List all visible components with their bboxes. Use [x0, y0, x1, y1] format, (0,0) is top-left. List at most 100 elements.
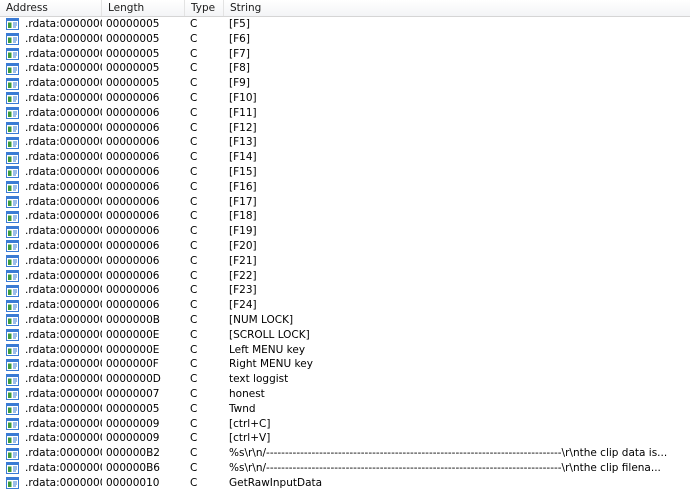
- address-cell: .rdata:0000000...: [0, 224, 102, 239]
- table-row[interactable]: .rdata:0000000... 00000006 C [F17]: [0, 195, 690, 210]
- address-text: .rdata:0000000...: [25, 32, 102, 45]
- table-row[interactable]: .rdata:0000000... 0000000D Ctext loggist: [0, 372, 690, 387]
- table-row[interactable]: .rdata:0000000... 00000005 C Twnd: [0, 402, 690, 417]
- table-row[interactable]: .rdata:0000000... 00000006 C [F16]: [0, 180, 690, 195]
- type-cell: C: [190, 239, 198, 252]
- table-row[interactable]: .rdata:0000000... 00000006 C [F20]: [0, 239, 690, 254]
- table-row[interactable]: .rdata:0000000... 000000B6 C %s\r\n/-------…: [0, 461, 690, 476]
- column-header-type[interactable]: Type: [185, 0, 224, 16]
- type-cell: C: [190, 299, 198, 312]
- address-text: .rdata:0000000...: [25, 313, 102, 326]
- string-cell: [F13]: [229, 136, 257, 149]
- type-cell: C: [190, 136, 198, 149]
- table-row[interactable]: .rdata:0000000... 00000006 C [F10]: [0, 91, 690, 106]
- column-header-length[interactable]: Length: [102, 0, 185, 16]
- address-cell: .rdata:0000000...: [0, 402, 102, 417]
- table-row[interactable]: .rdata:0000000... 0000000E C [SCROLL LOCK]: [0, 328, 690, 343]
- table-row[interactable]: .rdata:0000000... 0000000B C [NUM LOCK]: [0, 313, 690, 328]
- string-cell: Right MENU key: [229, 358, 313, 371]
- string-entry-icon: [6, 33, 19, 46]
- type-cell: C: [190, 358, 198, 371]
- table-row[interactable]: .rdata:0000000... 000000B2 C %s\r\n/-------…: [0, 446, 690, 461]
- type-cell: C: [190, 447, 198, 460]
- table-row[interactable]: .rdata:0000000... 00000007 Chonest: [0, 387, 690, 402]
- address-text: .rdata:0000000...: [25, 180, 102, 193]
- table-row[interactable]: .rdata:0000000... 0000000F C Right MENU key: [0, 357, 690, 372]
- type-cell: C: [190, 269, 198, 282]
- address-cell: .rdata:0000000...: [0, 180, 102, 195]
- table-row[interactable]: .rdata:0000000... 00000005 C [F6]: [0, 32, 690, 47]
- address-text: .rdata:0000000...: [25, 417, 102, 430]
- table-row[interactable]: .rdata:0000000... 00000006 C [F19]: [0, 224, 690, 239]
- address-text: .rdata:0000000...: [25, 18, 102, 30]
- table-row[interactable]: .rdata:0000000... 0000000E C Left MENU key: [0, 343, 690, 358]
- address-text: .rdata:0000000...: [25, 447, 102, 460]
- length-cell: 0000000E: [106, 328, 160, 341]
- table-row[interactable]: .rdata:0000000... 00000006 C [F11]: [0, 106, 690, 121]
- table-row[interactable]: .rdata:0000000... 00000010 C GetRawInputDat…: [0, 476, 690, 491]
- string-entry-icon: [6, 225, 19, 238]
- column-header-string[interactable]: String: [224, 0, 690, 16]
- address-text: .rdata:0000000...: [25, 136, 102, 149]
- table-row[interactable]: .rdata:0000000... 00000006 C [F22]: [0, 269, 690, 284]
- table-row[interactable]: .rdata:0000000... 00000006 C [F12]: [0, 121, 690, 136]
- type-cell: C: [190, 387, 198, 400]
- address-text: .rdata:0000000...: [25, 299, 102, 312]
- type-cell: C: [190, 432, 198, 445]
- table-row[interactable]: .rdata:0000000... 00000006 C [F15]: [0, 165, 690, 180]
- address-cell: .rdata:0000000...: [0, 17, 102, 32]
- table-row[interactable]: .rdata:0000000... 00000006 C [F13]: [0, 135, 690, 150]
- length-cell: 00000006: [106, 121, 160, 134]
- length-cell: 00000006: [106, 165, 160, 178]
- string-entry-icon: [6, 447, 19, 460]
- string-cell: [ctrl+V]: [229, 432, 271, 445]
- column-header-address[interactable]: Address: [0, 0, 102, 16]
- string-cell: [F12]: [229, 121, 257, 134]
- type-cell: C: [190, 165, 198, 178]
- address-text: .rdata:0000000...: [25, 77, 102, 90]
- address-cell: .rdata:0000000...: [0, 165, 102, 180]
- address-cell: .rdata:0000000...: [0, 61, 102, 76]
- string-cell: [F19]: [229, 225, 257, 238]
- address-cell: .rdata:0000000...: [0, 417, 102, 432]
- string-entry-icon: [6, 477, 19, 490]
- string-entry-icon: [6, 195, 19, 208]
- string-cell: [F5]: [229, 18, 250, 30]
- string-cell: [F10]: [229, 91, 257, 104]
- table-row[interactable]: .rdata:0000000... 00000005 C [F9]: [0, 76, 690, 91]
- table-row[interactable]: .rdata:0000000... 00000009 C [ctrl+C]: [0, 417, 690, 432]
- string-entry-icon: [6, 403, 19, 416]
- table-row[interactable]: .rdata:0000000... 00000009 C [ctrl+V]: [0, 431, 690, 446]
- table-row[interactable]: .rdata:0000000... 00000005 C [F8]: [0, 61, 690, 76]
- strings-list: .rdata:0000000...00000005C[F5].rdata:000…: [0, 17, 690, 491]
- address-cell: .rdata:0000000...: [0, 357, 102, 372]
- address-cell: .rdata:0000000...: [0, 446, 102, 461]
- table-row[interactable]: .rdata:0000000... 00000006 C [F21]: [0, 254, 690, 269]
- address-text: .rdata:0000000...: [25, 165, 102, 178]
- length-cell: 00000006: [106, 180, 160, 193]
- address-cell: .rdata:0000000...: [0, 195, 102, 210]
- length-cell: 00000006: [106, 254, 160, 267]
- address-cell: .rdata:0000000...: [0, 150, 102, 165]
- address-cell: .rdata:0000000...: [0, 298, 102, 313]
- type-cell: C: [190, 18, 198, 30]
- string-cell: [F9]: [229, 77, 250, 90]
- string-entry-icon: [6, 18, 19, 31]
- address-cell: .rdata:0000000...: [0, 476, 102, 491]
- address-text: .rdata:0000000...: [25, 476, 102, 489]
- table-row[interactable]: .rdata:0000000... 00000005 C [F7]: [0, 47, 690, 62]
- table-row[interactable]: .rdata:0000000... 00000006 C [F24]: [0, 298, 690, 313]
- address-cell: .rdata:0000000...: [0, 387, 102, 402]
- address-text: .rdata:0000000...: [25, 254, 102, 267]
- table-row[interactable]: .rdata:0000000... 00000006 C [F18]: [0, 209, 690, 224]
- table-row[interactable]: .rdata:0000000... 00000005 C [F5]: [0, 17, 690, 32]
- type-cell: C: [190, 62, 198, 75]
- string-cell: [SCROLL LOCK]: [229, 328, 310, 341]
- table-row[interactable]: .rdata:0000000... 00000006 C [F14]: [0, 150, 690, 165]
- table-row[interactable]: .rdata:0000000... 00000006 C [F23]: [0, 283, 690, 298]
- address-text: .rdata:0000000...: [25, 432, 102, 445]
- address-cell: .rdata:0000000...: [0, 47, 102, 62]
- address-cell: .rdata:0000000...: [0, 135, 102, 150]
- string-cell: [F24]: [229, 299, 257, 312]
- type-cell: C: [190, 225, 198, 238]
